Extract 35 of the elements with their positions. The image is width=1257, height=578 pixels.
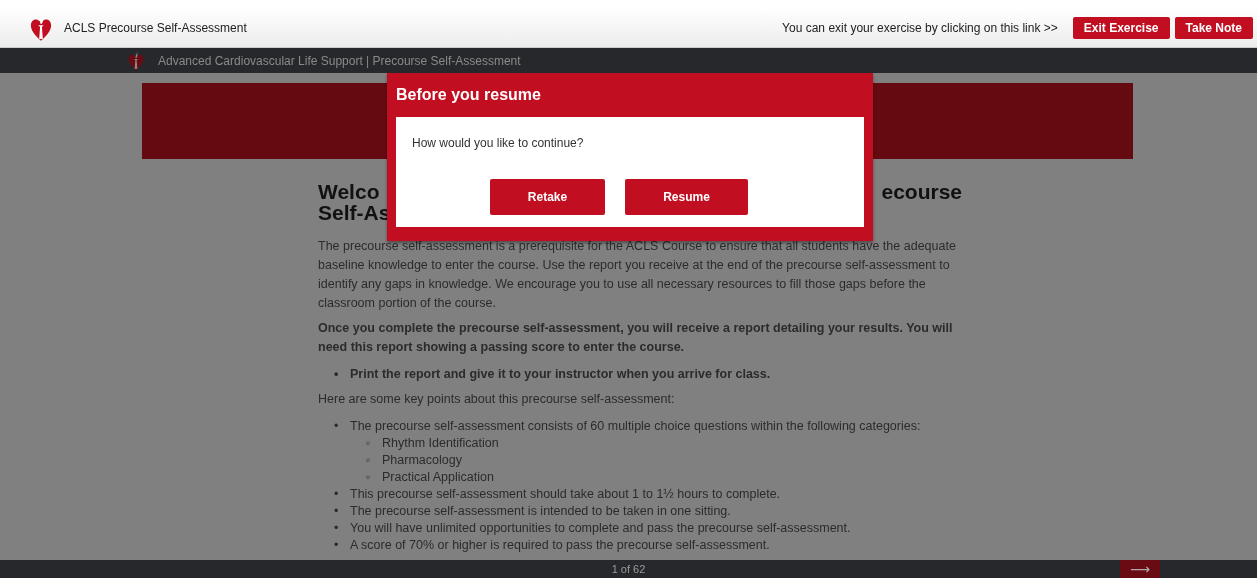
next-button[interactable]: ⟶ [1120, 560, 1160, 578]
bullet-marker: • [334, 520, 340, 537]
dialog-title: Before you resume [396, 85, 542, 105]
sub-bullet-item: Rhythm Identification [382, 435, 499, 452]
retake-button[interactable]: Retake [490, 179, 605, 215]
bullet-marker: • [334, 486, 340, 503]
take-note-button[interactable]: Take Note [1174, 16, 1253, 39]
sub-bullet-item: Practical Application [382, 469, 494, 486]
bullet-marker: ◦ [366, 469, 372, 486]
page-heading: Welco [318, 181, 380, 202]
page-counter: 1 of 62 [611, 563, 646, 575]
bullet-item: Print the report and give it to your instructor when you arrive for class. [350, 366, 771, 383]
bullet-item: The precourse self-assessment consists of 60 multiple choice questions within the following categories: [350, 418, 921, 435]
bullet-item: The precourse self-assessment is intended to be taken in one sitting. [350, 503, 731, 520]
bullet-item: You will have unlimited opportunities to complete and pass the precourse self-assessment. [350, 520, 851, 537]
bullet-marker: ◦ [366, 452, 372, 469]
bullet-item: A score of 70% or higher is required to pass the precourse self-assessment. [350, 537, 770, 554]
course-title: Advanced Cardiovascular Life Support | Precourse Self-Assessment [158, 53, 521, 68]
page-heading: ecourse [881, 181, 962, 202]
intro-paragraph: The precourse self-assessment is a prerequisite for the ACLS Course to ensure that all students have the adequate baseline knowledge to enter the course. Use the report you receive at the end of the precourse self-assessment to identify any gaps in knowledge. We encourage you to use all necessary resources to fill those gaps before the classroom portion of the course. [318, 238, 957, 312]
page-heading: Self-As [318, 202, 391, 223]
bullet-item: This precourse self-assessment should take about 1 to 1½ hours to complete. [350, 486, 781, 503]
exit-hint: You can exit your exercise by clicking on this link >> [782, 20, 1058, 35]
app-title: ACLS Precourse Self-Assessment [64, 20, 248, 35]
notice-paragraph: Once you complete the precourse self-assessment, you will receive a report detailing your results. You will need this report showing a passing score to enter the course. [318, 320, 954, 356]
sub-bullet-item: Pharmacology [382, 452, 462, 469]
bullet-marker: • [334, 537, 340, 554]
key-points-intro: Here are some key points about this precourse self-assessment: [318, 391, 676, 408]
exit-exercise-button[interactable]: Exit Exercise [1072, 16, 1170, 39]
bullet-marker: • [334, 503, 340, 520]
dialog-message: How would you like to continue? [412, 136, 585, 150]
resume-button[interactable]: Resume [625, 179, 748, 215]
bullet-marker: • [334, 418, 340, 435]
bullet-marker: • [334, 366, 340, 383]
bullet-marker: ◦ [366, 435, 372, 452]
